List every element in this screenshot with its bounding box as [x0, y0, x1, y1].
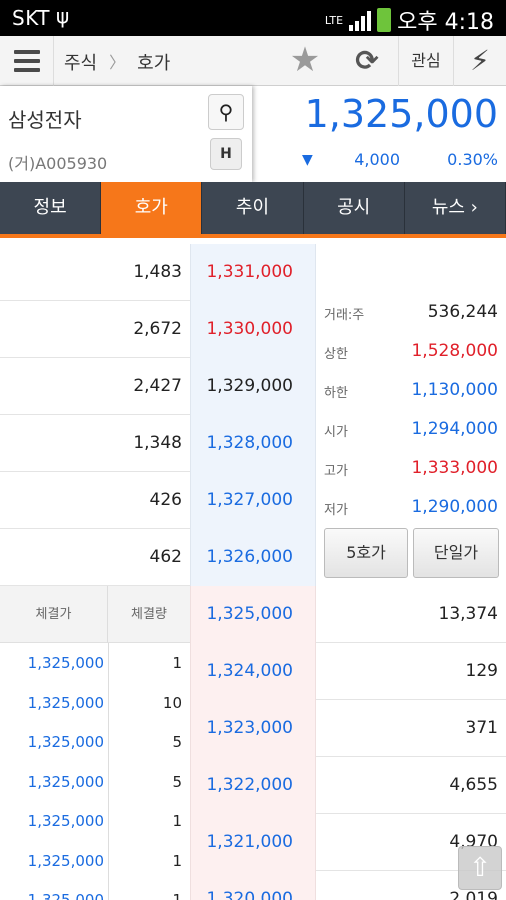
signal-icon: [349, 9, 372, 31]
ask-quantity: 426: [149, 490, 182, 510]
trade-quantity: 1: [172, 891, 182, 900]
trade-list-header: 체결가 체결량: [0, 586, 190, 643]
price-change-percent: 0.30%: [447, 150, 498, 169]
ask-price: 1,329,000: [190, 358, 316, 415]
favorites-button[interactable]: 관심: [398, 36, 454, 86]
trade-price: 1,325,000: [27, 773, 104, 791]
ask-quantity: 462: [149, 547, 182, 567]
menu-icon[interactable]: [0, 36, 54, 86]
info-row-high: 고가 1,333,000: [316, 450, 506, 488]
chevron-right-icon: 〉: [109, 53, 126, 72]
ask-quantity: 2,672: [133, 319, 182, 339]
clock: 오후 4:18: [397, 10, 494, 35]
carrier-label: SKT: [12, 6, 50, 30]
info-value: 1,290,000: [411, 497, 498, 517]
trade-quantity: 1: [172, 654, 182, 672]
info-label: 거래:주: [324, 308, 365, 323]
price-change: 4,000: [354, 150, 400, 169]
tab-info[interactable]: 정보: [0, 182, 102, 234]
breadcrumb-orderbook[interactable]: 호가: [137, 49, 170, 75]
tab-orderbook[interactable]: 호가: [101, 182, 203, 234]
bid-price: 1,320,000: [190, 871, 316, 900]
trade-price: 1,325,000: [27, 733, 104, 751]
breadcrumb-stock[interactable]: 주식: [64, 49, 97, 75]
ask-price: 1,327,000: [190, 472, 316, 529]
info-label: 하한: [324, 386, 348, 401]
info-value: 1,130,000: [411, 380, 498, 400]
trade-quantity: 5: [172, 773, 182, 791]
star-icon[interactable]: ★: [282, 36, 328, 86]
scroll-to-top-icon[interactable]: ⇧: [458, 846, 502, 890]
stock-header: 삼성전자 (거)A005930 ⚲ H 1,325,000 ▼ 4,000 0.…: [0, 86, 506, 182]
breadcrumb: 주식 〉 호가: [64, 49, 170, 75]
bid-price: 1,324,000: [190, 643, 316, 700]
tab-disclosure[interactable]: 공시: [304, 182, 405, 234]
trade-quantity: 5: [172, 733, 182, 751]
info-label: 상한: [324, 347, 348, 362]
trade-quantity: 1: [172, 812, 182, 830]
tab-news[interactable]: 뉴스 ›: [405, 182, 506, 234]
info-value: 1,528,000: [411, 341, 498, 361]
trade-price: 1,325,000: [27, 694, 104, 712]
down-arrow-icon: ▼: [302, 152, 313, 168]
tab-bar: 정보 호가 추이 공시 뉴스 ›: [0, 182, 506, 234]
current-price: 1,325,000: [304, 92, 498, 136]
history-button[interactable]: H: [210, 138, 242, 170]
bid-quantity: 371: [465, 718, 498, 738]
trade-price: 1,325,000: [27, 852, 104, 870]
trade-price: 1,325,000: [27, 891, 104, 900]
trade-divider: [108, 643, 109, 900]
flash-icon[interactable]: ⚡: [454, 36, 506, 86]
bid-quantity: 4,655: [449, 775, 498, 795]
bid-price: 1,322,000: [190, 757, 316, 814]
bid-quantity: 129: [465, 661, 498, 681]
info-row-lower-limit: 하한 1,130,000: [316, 372, 506, 410]
info-label: 고가: [324, 464, 348, 479]
stock-code: (거)A005930: [8, 154, 108, 173]
refresh-icon[interactable]: ⟳: [344, 36, 390, 86]
ask-quantity: 1,483: [133, 262, 182, 282]
bid-price: 1,325,000: [190, 586, 316, 643]
trade-price: 1,325,000: [27, 812, 104, 830]
info-value: 1,294,000: [411, 419, 498, 439]
bid-quantity: 13,374: [438, 604, 498, 624]
battery-icon: [377, 8, 392, 32]
status-bar: SKT ψ LTE 오후 4:18: [0, 0, 506, 36]
info-row-low: 저가 1,290,000: [316, 489, 506, 527]
info-value: 1,333,000: [411, 458, 498, 478]
search-icon[interactable]: ⚲: [208, 94, 244, 130]
tab-trend[interactable]: 추이: [202, 182, 304, 234]
trade-qty-header: 체결량: [131, 607, 167, 622]
trade-quantity: 1: [172, 852, 182, 870]
nav-bar: 주식 〉 호가 ★ ⟳ 관심 ⚡: [0, 36, 506, 86]
ask-price: 1,326,000: [190, 529, 316, 586]
ask-quantity: 1,348: [133, 433, 182, 453]
ask-price: 1,331,000: [190, 244, 316, 301]
trade-quantity: 10: [162, 694, 182, 712]
info-row-volume: 거래:주 536,244: [316, 294, 506, 332]
quote-info-panel: 거래:주 536,244 상한 1,528,000 하한 1,130,000 시…: [316, 238, 506, 586]
usb-icon: ψ: [56, 4, 70, 28]
stock-selector: 삼성전자 (거)A005930 ⚲ H: [0, 86, 252, 182]
trade-list: 1,325,000 1 1,325,000 10 1,325,000 5 1,3…: [0, 643, 190, 900]
info-label: 시가: [324, 425, 348, 440]
ask-price: 1,328,000: [190, 415, 316, 472]
trade-price: 1,325,000: [27, 654, 104, 672]
order-book: 1,483 1,331,000 2,672 1,330,000 2,427 1,…: [0, 238, 506, 900]
info-value: 536,244: [427, 302, 498, 322]
single-price-button[interactable]: 단일가: [413, 528, 499, 578]
five-level-button[interactable]: 5호가: [324, 528, 408, 578]
network-label: LTE: [324, 13, 344, 27]
bid-price: 1,323,000: [190, 700, 316, 757]
info-row-open: 시가 1,294,000: [316, 411, 506, 449]
trade-price-header: 체결가: [0, 586, 108, 643]
info-label: 저가: [324, 503, 348, 518]
bid-price: 1,321,000: [190, 814, 316, 871]
info-row-upper-limit: 상한 1,528,000: [316, 333, 506, 371]
stock-name[interactable]: 삼성전자: [8, 104, 82, 133]
ask-quantity: 2,427: [133, 376, 182, 396]
ask-price: 1,330,000: [190, 301, 316, 358]
